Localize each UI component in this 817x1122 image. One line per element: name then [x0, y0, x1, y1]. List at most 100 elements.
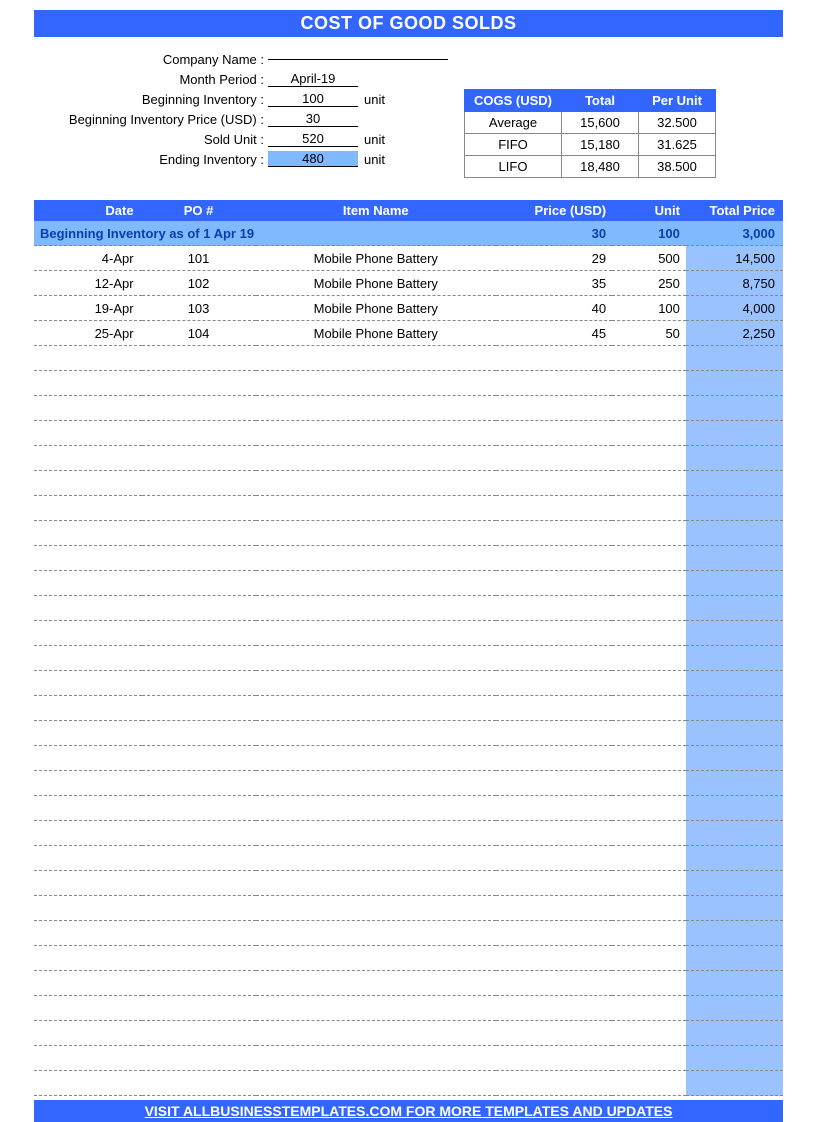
- cell-item[interactable]: [256, 496, 497, 521]
- cell-unit[interactable]: [612, 371, 686, 396]
- cell-item[interactable]: [256, 971, 497, 996]
- cell-unit[interactable]: [612, 646, 686, 671]
- cell-po[interactable]: [142, 596, 256, 621]
- cell-unit[interactable]: [612, 546, 686, 571]
- cell-item[interactable]: [256, 346, 497, 371]
- cell-date[interactable]: [34, 396, 142, 421]
- cell-item[interactable]: [256, 396, 497, 421]
- cell-unit[interactable]: [612, 971, 686, 996]
- cell-price[interactable]: [496, 496, 612, 521]
- cell-unit[interactable]: [612, 846, 686, 871]
- cell-item[interactable]: [256, 371, 497, 396]
- cell-item[interactable]: [256, 721, 497, 746]
- cell-date[interactable]: [34, 646, 142, 671]
- cell-date[interactable]: [34, 546, 142, 571]
- cell-item[interactable]: [256, 521, 497, 546]
- cell-po[interactable]: [142, 371, 256, 396]
- cell-unit[interactable]: [612, 521, 686, 546]
- cell-price[interactable]: 40: [496, 296, 612, 321]
- cell-date[interactable]: [34, 996, 142, 1021]
- cell-item[interactable]: [256, 471, 497, 496]
- cell-date[interactable]: [34, 746, 142, 771]
- cell-po[interactable]: [142, 846, 256, 871]
- cell-po[interactable]: [142, 571, 256, 596]
- cell-item[interactable]: [256, 571, 497, 596]
- cell-date[interactable]: 4-Apr: [34, 246, 142, 271]
- footer-link[interactable]: VISIT ALLBUSINESSTEMPLATES.COM FOR MORE …: [34, 1100, 783, 1122]
- cell-date[interactable]: [34, 1021, 142, 1046]
- cell-po[interactable]: [142, 621, 256, 646]
- cell-date[interactable]: [34, 346, 142, 371]
- cell-price[interactable]: 35: [496, 271, 612, 296]
- cell-item[interactable]: Mobile Phone Battery: [256, 246, 497, 271]
- cell-price[interactable]: [496, 971, 612, 996]
- cell-item[interactable]: [256, 996, 497, 1021]
- cell-po[interactable]: [142, 396, 256, 421]
- cell-unit[interactable]: [612, 896, 686, 921]
- cell-date[interactable]: [34, 446, 142, 471]
- cell-po[interactable]: [142, 796, 256, 821]
- cell-price[interactable]: [496, 346, 612, 371]
- cell-date[interactable]: 19-Apr: [34, 296, 142, 321]
- cell-item[interactable]: [256, 1071, 497, 1096]
- cell-unit[interactable]: [612, 946, 686, 971]
- value-company-name[interactable]: [268, 59, 448, 60]
- cell-po[interactable]: [142, 421, 256, 446]
- cell-item[interactable]: [256, 621, 497, 646]
- cell-item[interactable]: [256, 671, 497, 696]
- cell-price[interactable]: [496, 746, 612, 771]
- cell-item[interactable]: Mobile Phone Battery: [256, 271, 497, 296]
- cell-po[interactable]: 102: [142, 271, 256, 296]
- cell-po[interactable]: [142, 1071, 256, 1096]
- cell-price[interactable]: [496, 771, 612, 796]
- cell-date[interactable]: [34, 496, 142, 521]
- cell-po[interactable]: [142, 771, 256, 796]
- cell-po[interactable]: [142, 496, 256, 521]
- cell-price[interactable]: [496, 521, 612, 546]
- cell-date[interactable]: [34, 971, 142, 996]
- cell-unit[interactable]: [612, 1021, 686, 1046]
- cell-price[interactable]: [496, 696, 612, 721]
- cell-po[interactable]: [142, 821, 256, 846]
- cell-unit[interactable]: [612, 721, 686, 746]
- cell-po[interactable]: [142, 696, 256, 721]
- cell-price[interactable]: [496, 471, 612, 496]
- cell-po[interactable]: 104: [142, 321, 256, 346]
- cell-po[interactable]: [142, 996, 256, 1021]
- cell-po[interactable]: [142, 871, 256, 896]
- cell-po[interactable]: [142, 896, 256, 921]
- cell-item[interactable]: [256, 696, 497, 721]
- value-beg-inv-price[interactable]: 30: [268, 111, 358, 127]
- cell-price[interactable]: [496, 871, 612, 896]
- cell-item[interactable]: [256, 896, 497, 921]
- cell-item[interactable]: [256, 446, 497, 471]
- cell-po[interactable]: [142, 346, 256, 371]
- cell-unit[interactable]: [612, 421, 686, 446]
- cell-item[interactable]: [256, 771, 497, 796]
- cell-unit[interactable]: [612, 996, 686, 1021]
- cell-price[interactable]: [496, 1046, 612, 1071]
- cell-unit[interactable]: [612, 796, 686, 821]
- cell-price[interactable]: [496, 1021, 612, 1046]
- cell-item[interactable]: [256, 921, 497, 946]
- cell-unit[interactable]: [612, 571, 686, 596]
- cell-unit[interactable]: 50: [612, 321, 686, 346]
- cell-po[interactable]: [142, 546, 256, 571]
- cell-po[interactable]: [142, 946, 256, 971]
- cell-price[interactable]: [496, 446, 612, 471]
- cell-po[interactable]: [142, 1046, 256, 1071]
- cell-price[interactable]: [496, 596, 612, 621]
- value-sold-unit[interactable]: 520: [268, 131, 358, 147]
- cell-unit[interactable]: 250: [612, 271, 686, 296]
- cell-date[interactable]: [34, 871, 142, 896]
- cell-unit[interactable]: [612, 396, 686, 421]
- cell-date[interactable]: [34, 621, 142, 646]
- cell-item[interactable]: [256, 596, 497, 621]
- cell-item[interactable]: Mobile Phone Battery: [256, 321, 497, 346]
- cell-date[interactable]: [34, 696, 142, 721]
- cell-unit[interactable]: [612, 696, 686, 721]
- cell-price[interactable]: 29: [496, 246, 612, 271]
- cell-price[interactable]: [496, 371, 612, 396]
- cell-date[interactable]: [34, 846, 142, 871]
- cell-price[interactable]: [496, 896, 612, 921]
